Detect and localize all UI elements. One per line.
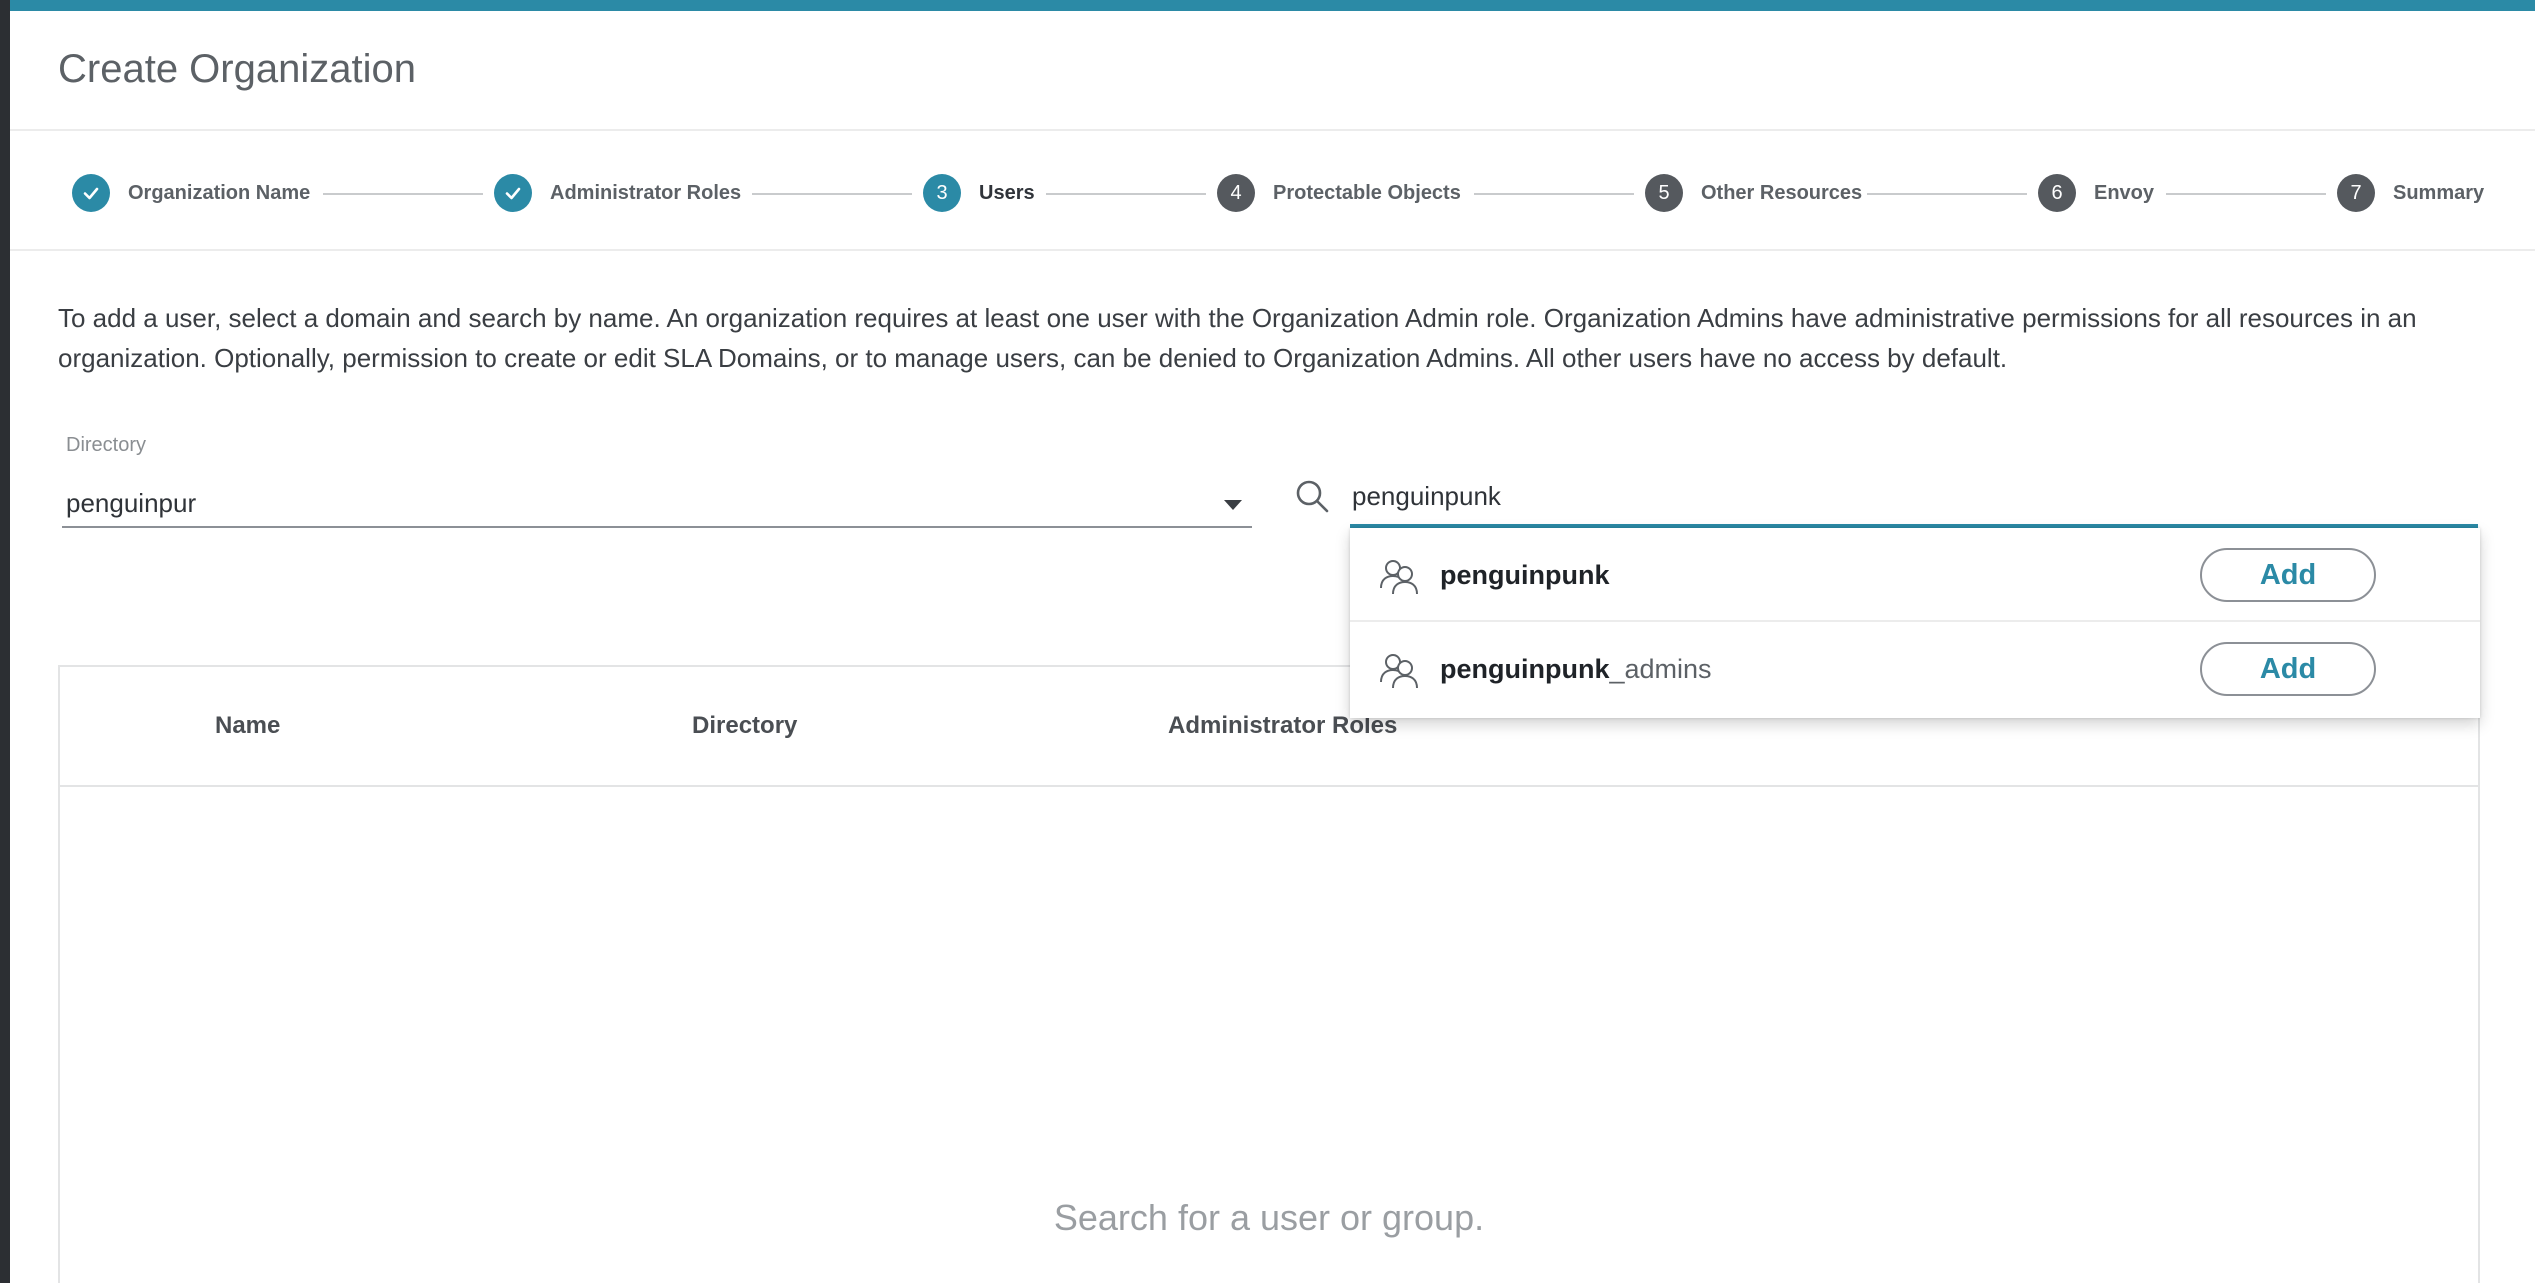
- list-item[interactable]: penguinpunk_admins Add: [1350, 622, 2480, 716]
- step-envoy[interactable]: 6 Envoy: [2038, 173, 2154, 213]
- step-administrator-roles[interactable]: Administrator Roles: [494, 173, 741, 213]
- empty-state-text: Search for a user or group.: [1053, 1197, 1485, 1238]
- user-search-field[interactable]: [1350, 468, 2478, 528]
- result-name: penguinpunk_admins: [1440, 654, 1712, 684]
- check-icon: [494, 174, 532, 212]
- directory-label: Directory: [66, 434, 147, 456]
- step-label: Organization Name: [128, 181, 311, 204]
- search-results-dropdown: penguinpunk Add penguinpunk_admins Add: [1350, 528, 2480, 718]
- modal-accent-bar: [10, 0, 2535, 11]
- step-label: Envoy: [2094, 181, 2155, 204]
- modal-header: Create Organization: [10, 11, 2535, 131]
- page-title: Create Organization: [58, 47, 416, 91]
- wizard-stepper: Organization Name Administrator Roles 3 …: [10, 131, 2535, 251]
- step-users[interactable]: 3 Users: [923, 173, 1035, 213]
- step-label: Other Resources: [1701, 181, 1863, 204]
- step-protectable-objects[interactable]: 4 Protectable Objects: [1217, 173, 1461, 213]
- add-user-button[interactable]: Add: [2200, 548, 2376, 602]
- caret-down-icon: [1224, 500, 1242, 510]
- step-number: 3: [923, 174, 961, 212]
- step-number: 4: [1217, 174, 1255, 212]
- directory-value: penguinpur: [66, 488, 197, 518]
- user-group-icon: [1378, 650, 1420, 690]
- step-number: 5: [1645, 174, 1683, 212]
- step-connector: [1474, 193, 1634, 195]
- step-summary[interactable]: 7 Summary: [2337, 173, 2484, 213]
- user-search-input[interactable]: [1352, 478, 2452, 514]
- directory-select[interactable]: penguinpur: [62, 470, 1252, 528]
- column-header-name[interactable]: Name: [215, 712, 280, 740]
- result-name: penguinpunk: [1440, 560, 1610, 590]
- step-connector: [2166, 193, 2326, 195]
- add-user-button[interactable]: Add: [2200, 642, 2376, 696]
- instructions-text: To add a user, select a domain and searc…: [58, 303, 2417, 373]
- step-number: 7: [2337, 174, 2375, 212]
- user-group-icon: [1378, 556, 1420, 596]
- background-edge: [0, 0, 10, 1283]
- list-item[interactable]: penguinpunk Add: [1350, 528, 2480, 622]
- step-label: Administrator Roles: [550, 181, 742, 204]
- step-connector: [1046, 193, 1206, 195]
- step-label: Summary: [2393, 181, 2485, 204]
- step-connector: [323, 193, 483, 195]
- check-icon: [72, 174, 110, 212]
- users-table: Name Directory Administrator Roles Searc…: [58, 665, 2480, 1283]
- create-organization-modal: Create Organization Organization Name Ad…: [10, 0, 2535, 1283]
- step-connector: [752, 193, 912, 195]
- step-organization-name[interactable]: Organization Name: [72, 173, 310, 213]
- step-number: 6: [2038, 174, 2076, 212]
- step-label: Users: [979, 181, 1035, 204]
- step-connector: [1867, 193, 2027, 195]
- column-header-directory[interactable]: Directory: [692, 712, 797, 740]
- search-icon: [1292, 476, 1334, 518]
- step-label: Protectable Objects: [1273, 181, 1461, 204]
- step-other-resources[interactable]: 5 Other Resources: [1645, 173, 1862, 213]
